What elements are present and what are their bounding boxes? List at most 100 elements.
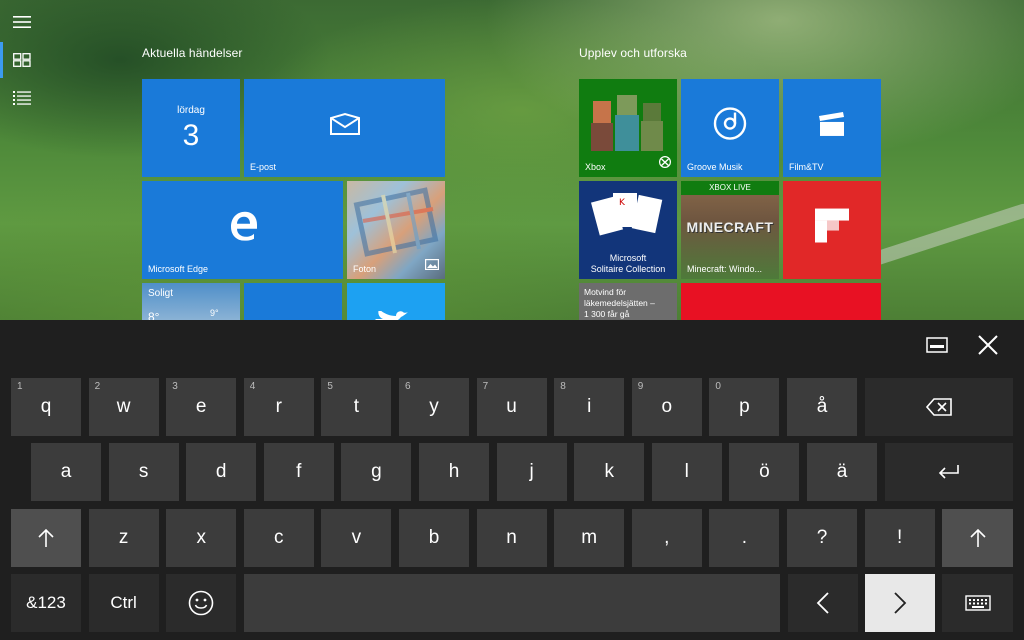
photos-icon [425,257,440,275]
key-label: n [506,527,517,548]
touch-keyboard: 1q2w3e4r5t6y7u8i9o0påasdfghjklöäzxcvbnm,… [0,320,1024,640]
key-i[interactable]: 8i [554,378,625,436]
symbols-key[interactable]: &123 [11,574,81,632]
key-x[interactable]: x [166,509,237,567]
edge-tile[interactable]: Microsoft Edge [142,181,343,279]
solitaire-tile-label-line2: Solitaire Collection [590,264,666,274]
weather-tile[interactable]: Soligt 8° 9° [142,283,240,320]
key-label: e [195,396,207,417]
key-label: i [587,396,592,417]
key-ö[interactable]: ö [729,443,800,501]
news-headline-line3: 1 300 får gå [584,309,630,319]
key-ä[interactable]: ä [807,443,877,501]
start-screen: Aktuella händelser Upplev och utforska l… [0,0,1024,320]
key-f[interactable]: f [263,443,334,501]
all-apps-list-icon[interactable] [10,86,34,110]
key-o[interactable]: 9o [631,378,702,436]
news-headline-line2: läkemedelsjätten – [584,298,655,308]
emoji-key[interactable] [166,574,237,632]
key-label: ä [836,461,848,482]
keyboard-settings-key[interactable] [942,574,1013,632]
store-tile[interactable] [244,283,342,320]
key-w[interactable]: 2w [88,378,159,436]
key-z[interactable]: z [88,509,159,567]
key-j[interactable]: j [496,443,567,501]
key-l[interactable]: l [651,443,722,501]
mail-icon [329,112,361,141]
key-label: m [581,527,598,548]
hamburger-menu-icon[interactable] [10,10,34,34]
key-c[interactable]: c [243,509,314,567]
shift-left-key[interactable] [11,509,81,567]
mail-tile[interactable]: E-post [244,79,445,177]
key-t[interactable]: 5t [321,378,392,436]
key-number-hint: 8 [560,381,566,392]
close-keyboard-button[interactable] [974,332,1002,358]
clapperboard-icon [817,111,847,142]
ctrl-key[interactable]: Ctrl [88,574,159,632]
backspace-key[interactable] [865,378,1013,436]
key-y[interactable]: 6y [399,378,469,436]
key-label: y [429,396,439,417]
film-tv-tile[interactable]: Film&TV [783,79,881,177]
key-label: u [506,396,517,417]
news-headline-line1: Motvind för [584,287,627,297]
key-r[interactable]: 4r [243,378,314,436]
solitaire-tile[interactable]: K Microsoft Solitaire Collection [579,181,677,279]
emoji-smiley-icon [188,590,214,616]
key-p[interactable]: 0p [709,378,780,436]
groove-music-tile-label: Groove Musik [687,162,743,172]
photos-tile[interactable]: Foton [347,181,445,279]
arrow-left-key[interactable] [788,574,858,632]
key-label: ! [896,527,903,548]
calendar-tile[interactable]: lördag 3 [142,79,240,177]
key-m[interactable]: m [554,509,625,567]
key-label: j [529,461,534,482]
key-q[interactable]: 1q [11,378,81,436]
group-title-explore[interactable]: Upplev och utforska [579,46,687,60]
news-tile[interactable]: Motvind för läkemedelsjätten – 1 300 får… [579,283,677,320]
playing-cards-image: K [591,193,663,236]
arrow-right-key[interactable] [865,574,935,632]
twitter-tile[interactable] [347,283,445,320]
key-comma[interactable]: , [631,509,702,567]
key-e[interactable]: 3e [166,378,237,436]
space-key[interactable] [244,574,780,632]
keyboard-layout-button[interactable] [923,332,951,358]
key-number-hint: 4 [249,381,256,392]
key-label: t [353,396,360,417]
enter-key[interactable] [885,443,1013,501]
key-a[interactable]: a [31,443,101,501]
group-title-events[interactable]: Aktuella händelser [142,46,243,60]
flipboard-tile[interactable] [783,181,881,279]
weather-condition: Soligt [148,288,174,299]
key-period[interactable]: . [709,509,780,567]
key-label: Ctrl [110,593,137,612]
key-g[interactable]: g [341,443,412,501]
key-label: f [296,461,302,482]
xbox-tile[interactable]: Xbox [579,79,677,177]
key-b[interactable]: b [399,509,469,567]
key-d[interactable]: d [186,443,257,501]
key-number-hint: 9 [637,381,644,392]
key-label: w [116,396,131,417]
minecraft-tile[interactable]: XBOX LIVE MINECRAFT Minecraft: Windo... [681,181,779,279]
enter-icon [938,464,960,480]
key-s[interactable]: s [108,443,179,501]
pinned-tiles-icon[interactable] [10,48,34,72]
key-label: l [684,461,689,482]
key-exclamation[interactable]: ! [864,509,935,567]
key-k[interactable]: k [574,443,645,501]
backspace-icon [926,398,952,416]
groove-music-tile[interactable]: Groove Musik [681,79,779,177]
key-n[interactable]: n [476,509,547,567]
key-h[interactable]: h [419,443,489,501]
key-v[interactable]: v [321,509,392,567]
key-label: x [196,527,206,548]
key-u[interactable]: 7u [476,378,547,436]
key-number-hint: 2 [94,381,101,392]
key-question[interactable]: ? [787,509,857,567]
red-wide-tile[interactable] [681,283,881,320]
key-å[interactable]: å [787,378,857,436]
shift-right-key[interactable] [942,509,1013,567]
